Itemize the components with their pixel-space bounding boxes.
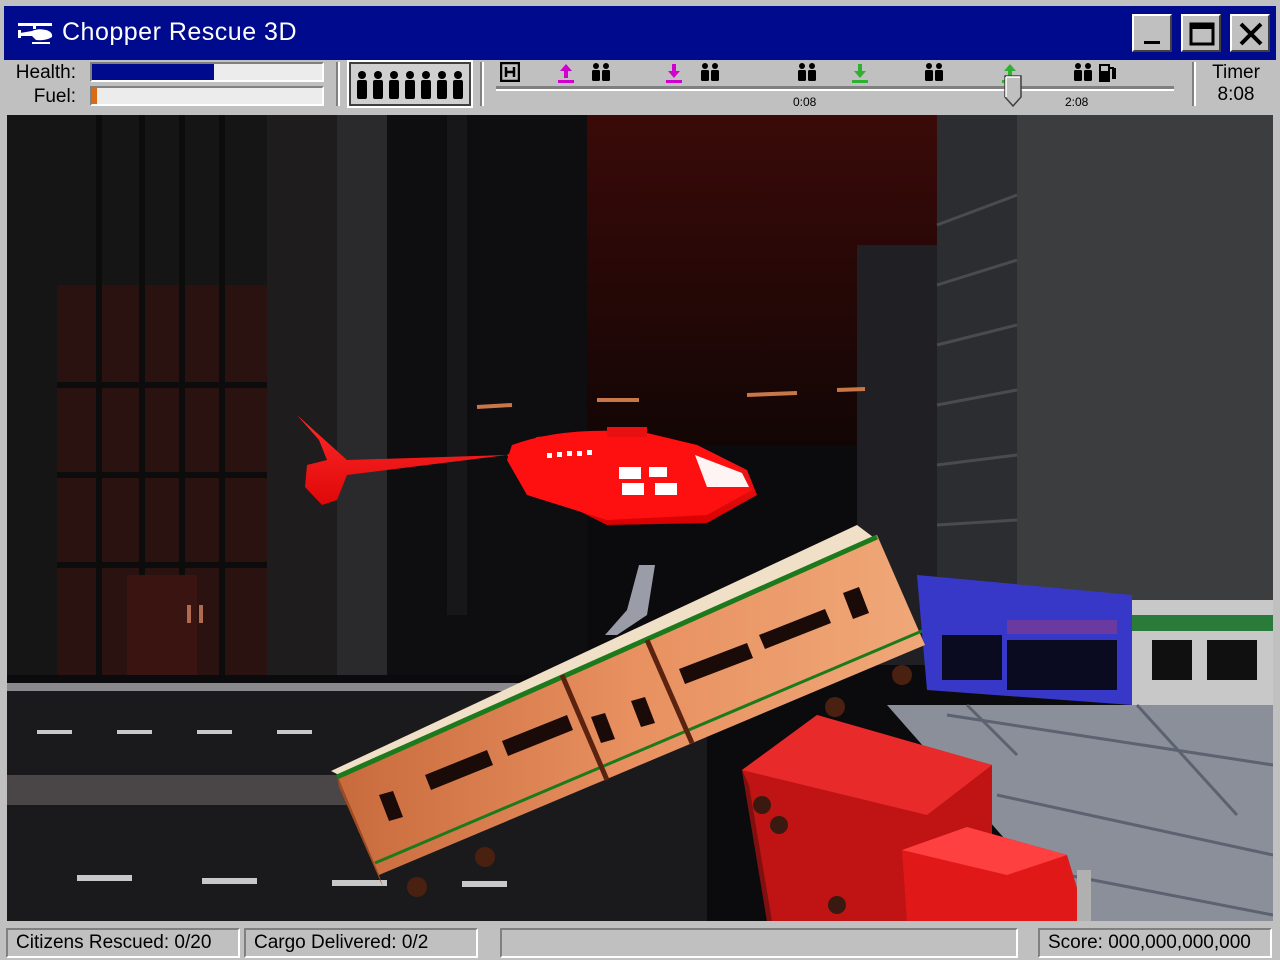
helipad-icon [500,62,520,82]
status-message [500,928,1018,958]
hud-bar: Health: Fuel: 0:08 2:08 Timer 8:08 [4,60,1276,112]
timer-value: 8:08 [1217,84,1255,105]
helicopter-icon [18,23,53,44]
back-building [387,115,587,675]
timeline-slider-thumb[interactable] [1004,75,1022,107]
minimize-button[interactable] [1132,14,1172,52]
hud-divider [336,62,340,106]
score-display: Score: 000,000,000,000 [1038,928,1272,958]
citizens-icon [701,63,719,81]
timeline-start-time: 0:08 [793,95,817,109]
health-meter-fill [92,64,214,80]
health-meter [90,62,324,82]
maximize-icon [1189,22,1215,46]
blue-storefront [917,575,1132,705]
fuel-meter-fill [92,88,97,104]
fuel-meter [90,86,324,106]
fuel-label: Fuel: [33,86,76,107]
citizens-icon [798,63,816,81]
back-building-column [447,115,467,615]
timeline-end-time: 2:08 [1065,95,1089,109]
hud-divider [1192,62,1196,106]
left-skyscraper [7,115,387,675]
timer-label: Timer [1212,62,1260,83]
game-viewport[interactable] [7,115,1273,921]
health-label: Health: [15,62,76,83]
maximize-button[interactable] [1181,14,1221,52]
green-storefront [1132,600,1273,705]
close-icon [1239,22,1263,46]
citizens-rescued-counter: Citizens Rescued: 0/20 [6,928,240,958]
minimize-icon [1144,41,1160,44]
cargo-delivered-counter: Cargo Delivered: 0/2 [244,928,478,958]
citizens-icon [1074,63,1092,81]
citizens-icon [925,63,943,81]
mission-timeline[interactable] [496,86,1174,91]
citizens-icon [592,63,610,81]
dropoff-cargo-icon [666,64,682,83]
people-icon [357,71,463,99]
passengers-aboard [347,60,473,108]
hud-divider [480,62,484,106]
pickup-cargo-icon [558,64,574,83]
status-bar: Citizens Rescued: 0/20 Cargo Delivered: … [4,924,1276,960]
dropoff-icon [852,64,868,83]
close-button[interactable] [1230,14,1270,52]
fuel-pump-icon [1099,64,1116,82]
window-title: Chopper Rescue 3D [62,18,298,46]
title-bar: Chopper Rescue 3D [4,6,1276,60]
